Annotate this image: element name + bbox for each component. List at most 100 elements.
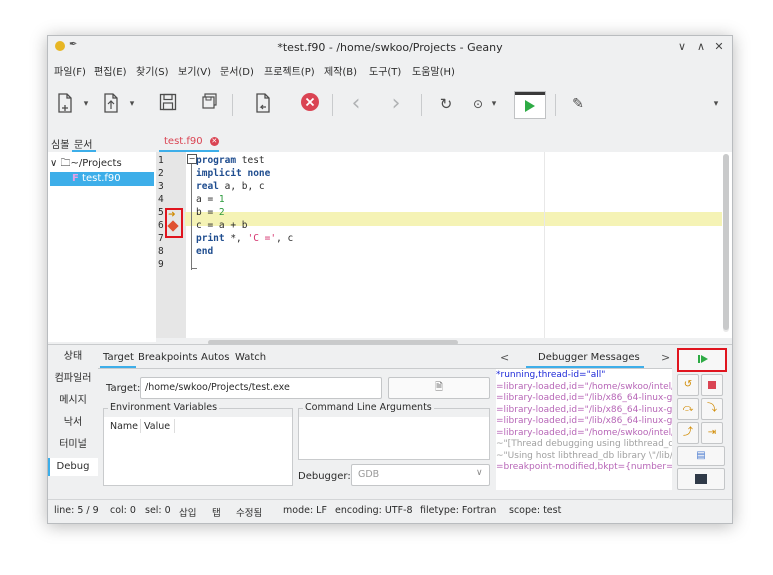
menu-search[interactable]: 찾기(S) [136,63,169,78]
code-lines: program test implicit none real a, b, c … [196,154,293,271]
line-number-gutter: 1 2 3 4 5 6 7 8 9 [156,152,186,338]
code-line: implicit none [196,168,271,179]
tab-messages[interactable]: 메시지 [48,392,98,410]
line-number: 1 [158,155,164,166]
title-bar: ✒ *test.f90 - /home/swkoo/Projects - Gea… [48,36,732,60]
debugger-message-line: =library-loaded,id="/home/swkoo/intel/c [496,381,672,392]
tab-terminal[interactable]: 터미널 [48,436,98,454]
minimize-button[interactable]: ∨ [675,40,689,54]
color-picker-icon[interactable]: ✎ [566,92,590,116]
tab-close-icon[interactable]: ✕ [209,137,219,146]
cmd-args-textarea[interactable] [299,417,489,459]
vertical-scrollbar[interactable] [723,154,729,332]
tab-symbols[interactable]: 심볼 [51,136,69,151]
build-icon[interactable]: ⊙ [466,92,490,116]
set-cursor-icon[interactable]: ▤ [677,446,725,466]
tab-debugger-messages[interactable]: Debugger Messages [538,352,640,363]
messages-log[interactable]: *running,thread-id="all" =library-loaded,… [496,369,672,490]
restart-debug-icon[interactable]: ↺ [677,374,699,396]
code-editor[interactable]: − program test implicit none real a, b, … [185,152,732,338]
toolbar: ▾ ▾ ‹ › ↻ ⊙ ▾ ✎ ▾ [48,82,732,128]
tab-scribble[interactable]: 낙서 [48,414,98,432]
debugger-message-line: =library-loaded,id="/lib/x86_64-linux-gn… [496,416,672,426]
target-path-field[interactable]: /home/swkoo/Projects/test.exe [140,377,382,399]
status-modified: 수정됨 [236,508,263,519]
debugger-message-line: ~"[Thread debugging using libthread_db [496,439,672,449]
debug-panel: Target Breakpoints Autos Watch Target: /… [98,348,498,490]
terminal-window-icon [695,474,707,484]
tree-folder-projects[interactable]: ∨ 🗀~/Projects [50,156,154,170]
browse-target-button[interactable]: 🗎 [388,377,490,399]
tab-documents[interactable]: 문서 [74,136,92,151]
scroll-left-icon[interactable]: < [500,351,509,364]
stop-debug-button[interactable] [701,374,723,396]
new-file-dropdown-icon[interactable]: ▾ [80,92,92,116]
tab-autos[interactable]: Autos [201,352,229,363]
new-file-icon[interactable] [53,92,77,116]
tab-status[interactable]: 상태 [48,348,98,366]
panel-divider [48,344,732,345]
save-icon[interactable] [156,92,180,116]
tab-compiler[interactable]: 컴파일러 [48,370,98,388]
menu-edit[interactable]: 편집(E) [94,63,127,78]
line-number: 4 [158,194,164,205]
menu-document[interactable]: 문서(D) [220,63,254,78]
stack-window-button[interactable] [677,468,725,490]
close-button[interactable]: ✕ [712,40,726,54]
menu-build[interactable]: 제작(B) [324,63,357,78]
debugger-message-line: =library-loaded,id="/lib/x86_64-linux-gn… [496,404,672,415]
toolbar-separator [421,94,422,116]
debugger-message-line: =library-loaded,id="/home/swkoo/intel/c [496,427,672,438]
run-to-cursor-icon[interactable]: ⇥ [701,422,723,444]
debugger-select[interactable]: GDB ∨ [351,464,490,486]
forward-icon[interactable]: › [384,92,408,116]
breakpoint-marker-icon[interactable] [167,220,179,232]
tab-breakpoints[interactable]: Breakpoints [138,352,198,363]
line-number: 8 [158,246,164,257]
back-icon[interactable]: ‹ [344,92,368,116]
tab-debug[interactable]: Debug [48,458,98,476]
step-over-icon[interactable]: ⤼ [677,398,699,420]
tab-test-f90[interactable]: test.f90 ✕ [164,136,219,147]
status-line-ending: mode: LF [283,505,327,516]
build-dropdown-icon[interactable]: ▾ [488,92,500,116]
column-value[interactable]: Value [144,421,170,432]
tab-target[interactable]: Target [103,352,134,363]
open-file-icon[interactable] [99,92,123,116]
debug-run-button[interactable] [677,348,727,372]
scrollbar-thumb[interactable] [723,154,729,330]
status-encoding: encoding: UTF-8 [335,505,413,516]
menu-help[interactable]: 도움말(H) [412,63,455,78]
code-line: end [196,246,214,257]
document-tree: ∨ 🗀~/Projects F test.f90 [48,152,156,342]
chevron-down-icon: ∨ [476,468,483,478]
code-line: b = 2 [196,207,225,218]
tab-watch[interactable]: Watch [235,352,266,363]
column-name[interactable]: Name [110,421,138,432]
debugger-message-line: =breakpoint-modified,bkpt={number="3 [496,462,672,472]
close-file-icon[interactable] [298,92,322,116]
debugger-message-line: =library-loaded,id="/lib/x86_64-linux-gn… [496,393,672,403]
menu-tools[interactable]: 도구(T) [369,63,401,78]
step-out-icon[interactable]: ⤴ [677,422,699,444]
tree-file-test-f90[interactable]: F test.f90 [50,172,154,186]
menu-file[interactable]: 파일(F) [54,63,86,78]
maximize-button[interactable]: ∧ [694,40,708,54]
run-icon[interactable] [514,91,546,119]
menu-view[interactable]: 보기(V) [178,63,211,78]
debug-tabs: Target Breakpoints Autos Watch [98,348,498,369]
debugger-messages-panel: < Debugger Messages > *running,thread-id… [496,348,672,490]
message-window: 상태 컴파일러 메시지 낙서 터미널 Debug Target Breakpoi… [48,344,732,492]
active-tab-indicator [526,366,644,368]
revert-icon[interactable] [251,92,275,116]
open-file-dropdown-icon[interactable]: ▾ [126,92,138,116]
step-into-icon[interactable]: ⤵ [701,398,723,420]
menu-project[interactable]: 프로젝트(P) [264,63,315,78]
fortran-file-icon: F [72,173,79,184]
active-tab-indicator [100,366,136,368]
env-vars-table[interactable]: Name Value [104,417,292,485]
save-all-icon[interactable] [198,92,222,116]
compile-icon[interactable]: ↻ [434,92,458,116]
scroll-right-icon[interactable]: > [661,351,670,364]
toolbar-overflow-icon[interactable]: ▾ [710,92,722,116]
